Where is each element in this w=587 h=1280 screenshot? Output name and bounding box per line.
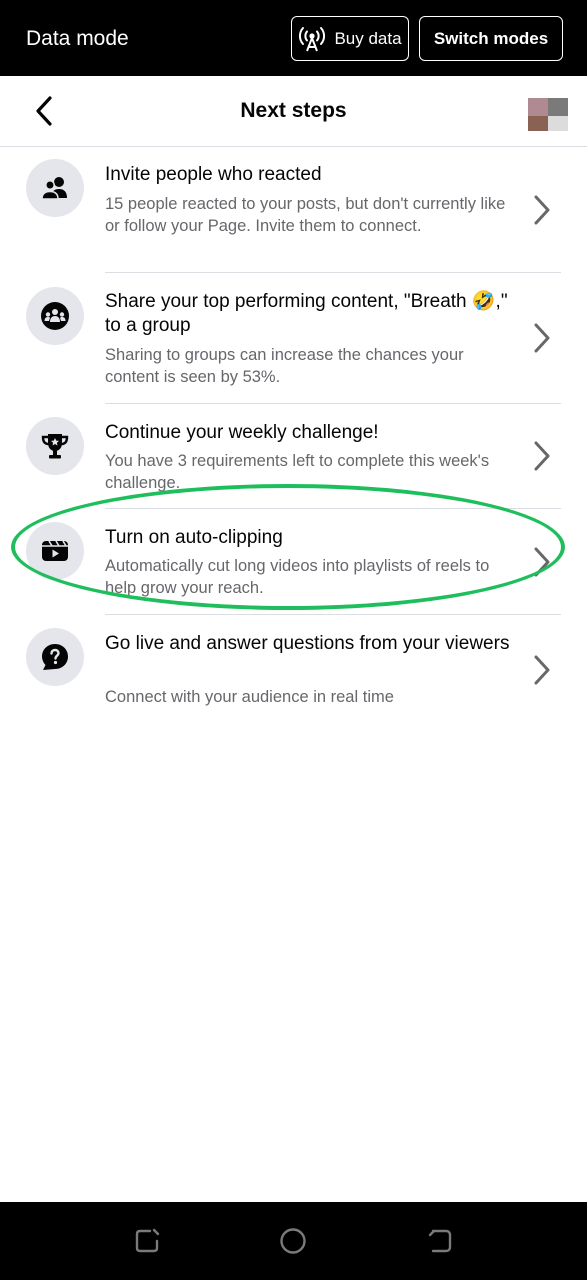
step-description: 15 people reacted to your posts, but don… — [105, 195, 506, 235]
step-description: Connect with your audience in real time — [105, 688, 394, 706]
chevron-right-icon — [534, 195, 550, 225]
system-nav-bar — [0, 1202, 587, 1280]
question-icon — [42, 644, 68, 670]
page-header: Next steps — [0, 76, 587, 147]
step-go-live[interactable]: Go live and answer questions from your v… — [0, 615, 587, 725]
people-icon-wrap — [26, 159, 84, 217]
step-title: Turn on auto-clipping — [105, 527, 283, 548]
buy-data-button[interactable]: Buy data — [291, 16, 409, 61]
step-description: Automatically cut long videos into playl… — [105, 557, 490, 597]
group-icon — [41, 302, 69, 330]
step-description: You have 3 requirements left to complete… — [105, 452, 490, 492]
step-auto-clipping[interactable]: Turn on auto-clipping Automatically cut … — [0, 509, 587, 614]
recents-icon[interactable] — [133, 1227, 161, 1255]
step-title: Go live and answer questions from your v… — [105, 633, 510, 654]
step-weekly-challenge[interactable]: Continue your weekly challenge! You have… — [0, 404, 587, 509]
chevron-right-icon — [534, 547, 550, 577]
switch-modes-button[interactable]: Switch modes — [419, 16, 563, 61]
step-description: Sharing to groups can increase the chanc… — [105, 346, 464, 386]
step-title: Invite people who reacted — [105, 164, 322, 185]
video-clip-icon — [42, 540, 68, 561]
step-invite-people[interactable]: Invite people who reacted 15 people reac… — [0, 147, 587, 273]
step-title: Continue your weekly challenge! — [105, 422, 379, 443]
step-share-to-group[interactable]: Share your top performing content, "Brea… — [0, 273, 587, 403]
question-icon-wrap — [26, 628, 84, 686]
step-title: Share your top performing content, "Brea… — [105, 291, 508, 336]
antenna-icon — [299, 26, 326, 51]
switch-modes-label: Switch modes — [433, 28, 549, 48]
trophy-icon — [41, 434, 69, 459]
people-icon — [41, 177, 67, 200]
home-icon[interactable] — [279, 1227, 307, 1255]
avatar[interactable] — [528, 98, 568, 131]
buy-data-label: Buy data — [334, 28, 402, 48]
page-title: Next steps — [240, 99, 347, 122]
back-nav-icon[interactable] — [426, 1227, 454, 1255]
trophy-icon-wrap — [26, 417, 84, 475]
chevron-right-icon — [534, 441, 550, 471]
chevron-right-icon — [534, 655, 550, 685]
video-clip-icon-wrap — [26, 522, 84, 580]
data-mode-title: Data mode — [26, 27, 129, 50]
chevron-right-icon — [534, 323, 550, 353]
group-icon-wrap — [26, 287, 84, 345]
data-mode-bar: Data mode Buy data Switch modes — [0, 0, 587, 76]
